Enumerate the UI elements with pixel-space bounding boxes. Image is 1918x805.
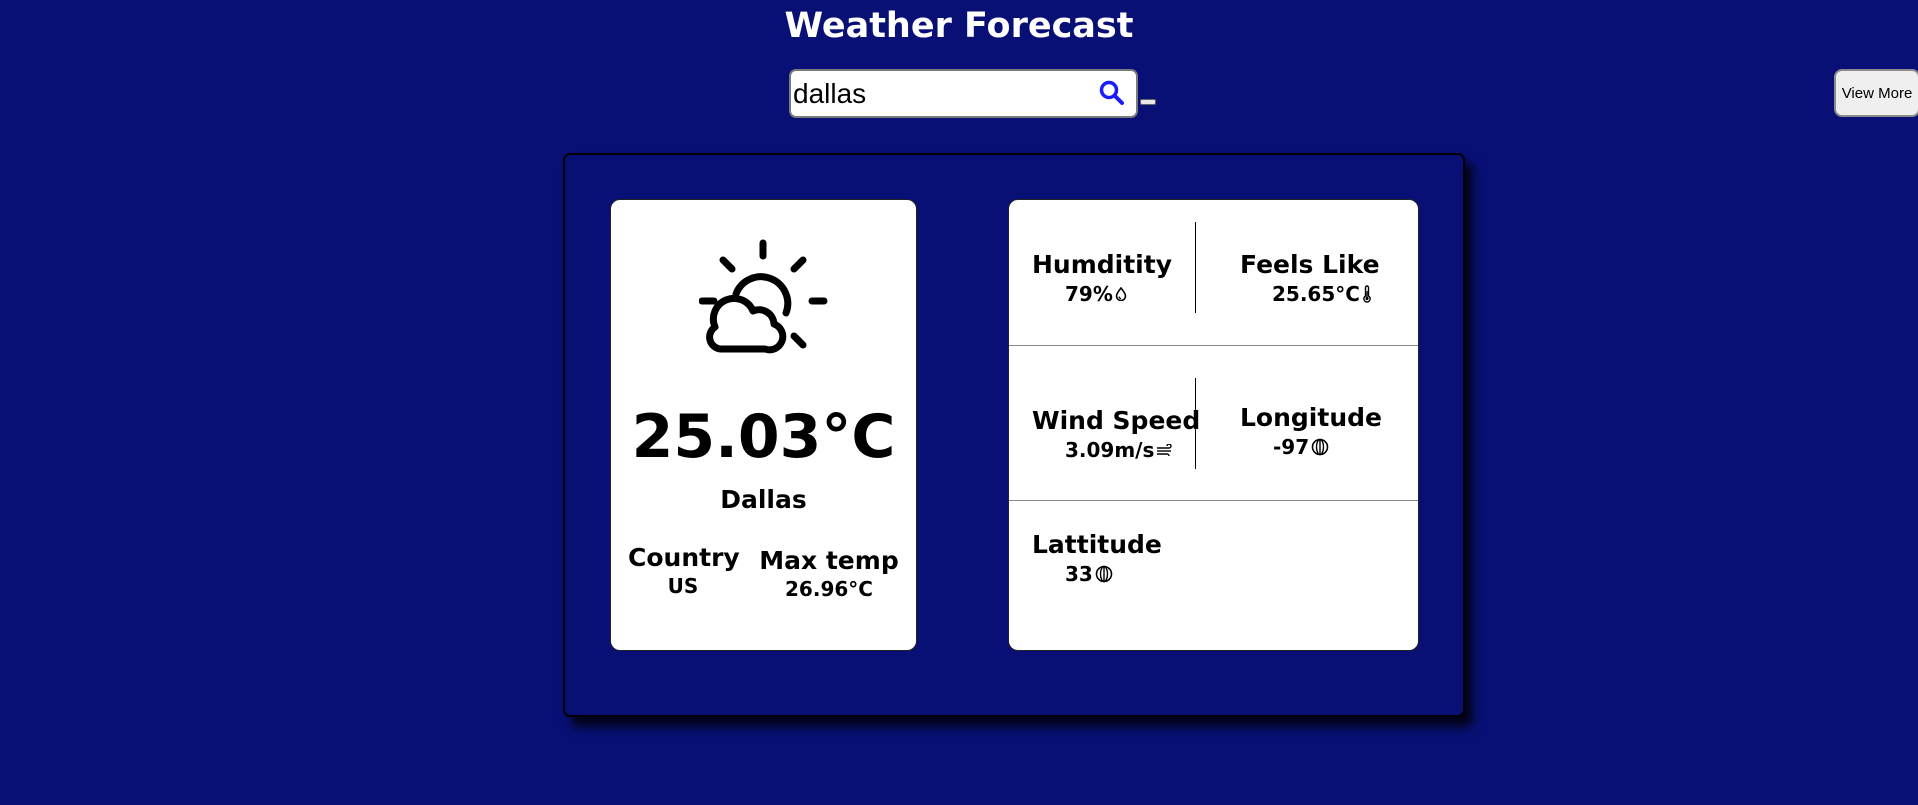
feels-like-value: 25.65°C [1272, 282, 1360, 306]
feels-like-label: Feels Like [1240, 250, 1380, 279]
latitude-label: Lattitude [1032, 530, 1162, 559]
wind-speed-value: 3.09m/s [1065, 438, 1155, 462]
country-block: Country US [628, 543, 740, 599]
city-name: Dallas [720, 485, 807, 514]
max-temp-value: 26.96°C [785, 577, 873, 601]
humidity-value: 79% [1065, 282, 1113, 306]
humidity-label: Humditity [1032, 250, 1173, 279]
latitude-stat: Lattitude 33 [1032, 529, 1162, 587]
longitude-label: Longitude [1240, 403, 1382, 432]
current-weather-card: 25.03°C Dallas Country US Max temp 26.96… [610, 199, 917, 651]
humidity-stat: Humditity 79% [1032, 249, 1172, 307]
small-button[interactable] [1140, 99, 1156, 105]
search-input[interactable] [793, 71, 1083, 116]
feels-like-stat: Feels Like 25.65°C [1240, 249, 1380, 307]
view-more-button[interactable]: View More [1834, 69, 1918, 117]
max-temp-label: Max temp [759, 546, 899, 575]
country-label: Country [628, 543, 740, 572]
weather-page: Weather Forecast View More [0, 0, 1918, 805]
temperature-value: 25.03°C [631, 402, 896, 472]
globe-icon [1095, 565, 1113, 583]
wind-speed-stat: Wind Speed 3.09m/s [1032, 405, 1200, 463]
partly-cloudy-icon [698, 238, 829, 358]
latitude-value: 33 [1065, 562, 1093, 586]
column-divider [1195, 222, 1196, 313]
thermometer-icon [1363, 285, 1371, 303]
globe-icon [1311, 438, 1329, 456]
country-value: US [667, 574, 699, 598]
search-bar [789, 69, 1138, 118]
max-temp-block: Max temp 26.96°C [754, 546, 904, 602]
wind-icon [1157, 444, 1173, 456]
wind-speed-label: Wind Speed [1032, 406, 1201, 435]
longitude-value: -97 [1273, 435, 1310, 459]
search-icon[interactable] [1098, 79, 1126, 107]
water-drop-icon [1115, 287, 1127, 301]
longitude-stat: Longitude -97 [1240, 402, 1382, 460]
weather-details-card: Humditity 79% Feels Like 25.65°C Wind Sp… [1008, 199, 1419, 651]
row-divider [1009, 500, 1418, 501]
page-title: Weather Forecast [784, 6, 1134, 46]
row-divider [1009, 345, 1418, 346]
